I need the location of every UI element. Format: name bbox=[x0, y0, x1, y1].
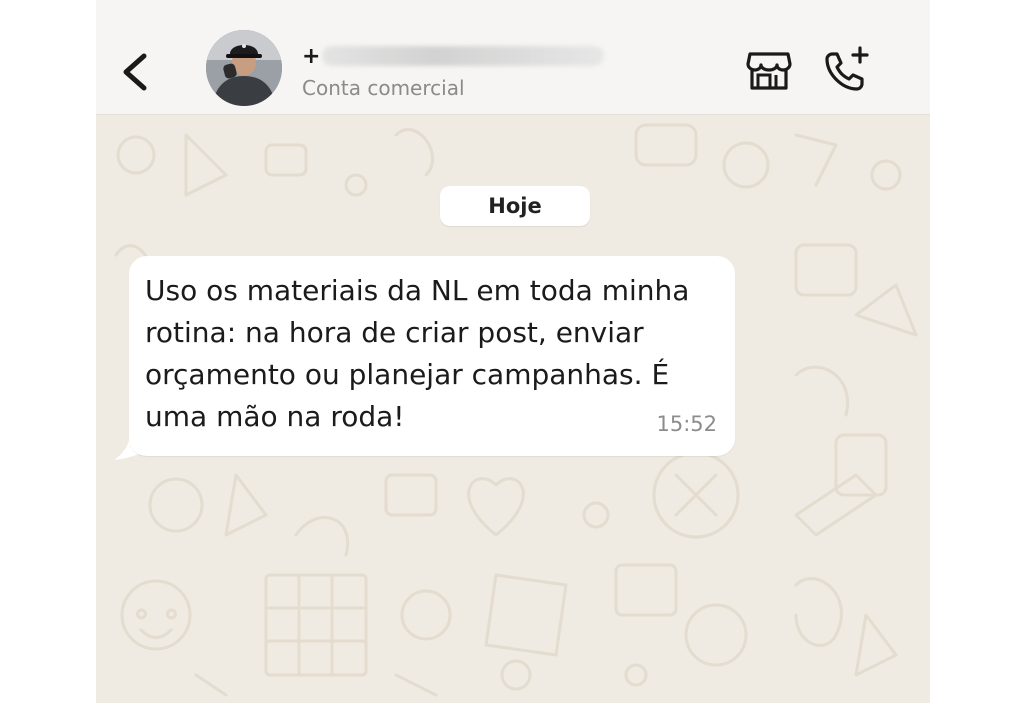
chat-screen: + Conta comercial Hoje Uso os materiais … bbox=[96, 0, 930, 703]
add-call-button[interactable] bbox=[822, 44, 872, 94]
redacted-contact-name bbox=[322, 46, 604, 66]
contact-info[interactable]: + Conta comercial bbox=[302, 40, 632, 106]
contact-name: + bbox=[302, 44, 321, 69]
chevron-left-icon bbox=[123, 53, 147, 91]
message-bubble[interactable]: Uso os materiais da NL em toda minha rot… bbox=[129, 256, 735, 456]
message-time: 15:52 bbox=[656, 412, 717, 436]
date-separator: Hoje bbox=[440, 186, 590, 226]
add-call-icon bbox=[825, 46, 869, 91]
contact-subtitle: Conta comercial bbox=[302, 76, 465, 100]
catalog-button[interactable] bbox=[746, 50, 792, 92]
chat-header: + Conta comercial bbox=[96, 0, 930, 115]
profile-photo bbox=[206, 30, 282, 106]
avatar[interactable] bbox=[206, 30, 282, 106]
storefront-icon bbox=[746, 52, 792, 90]
message-text: Uso os materiais da NL em toda minha rot… bbox=[145, 274, 690, 433]
back-button[interactable] bbox=[114, 44, 154, 100]
